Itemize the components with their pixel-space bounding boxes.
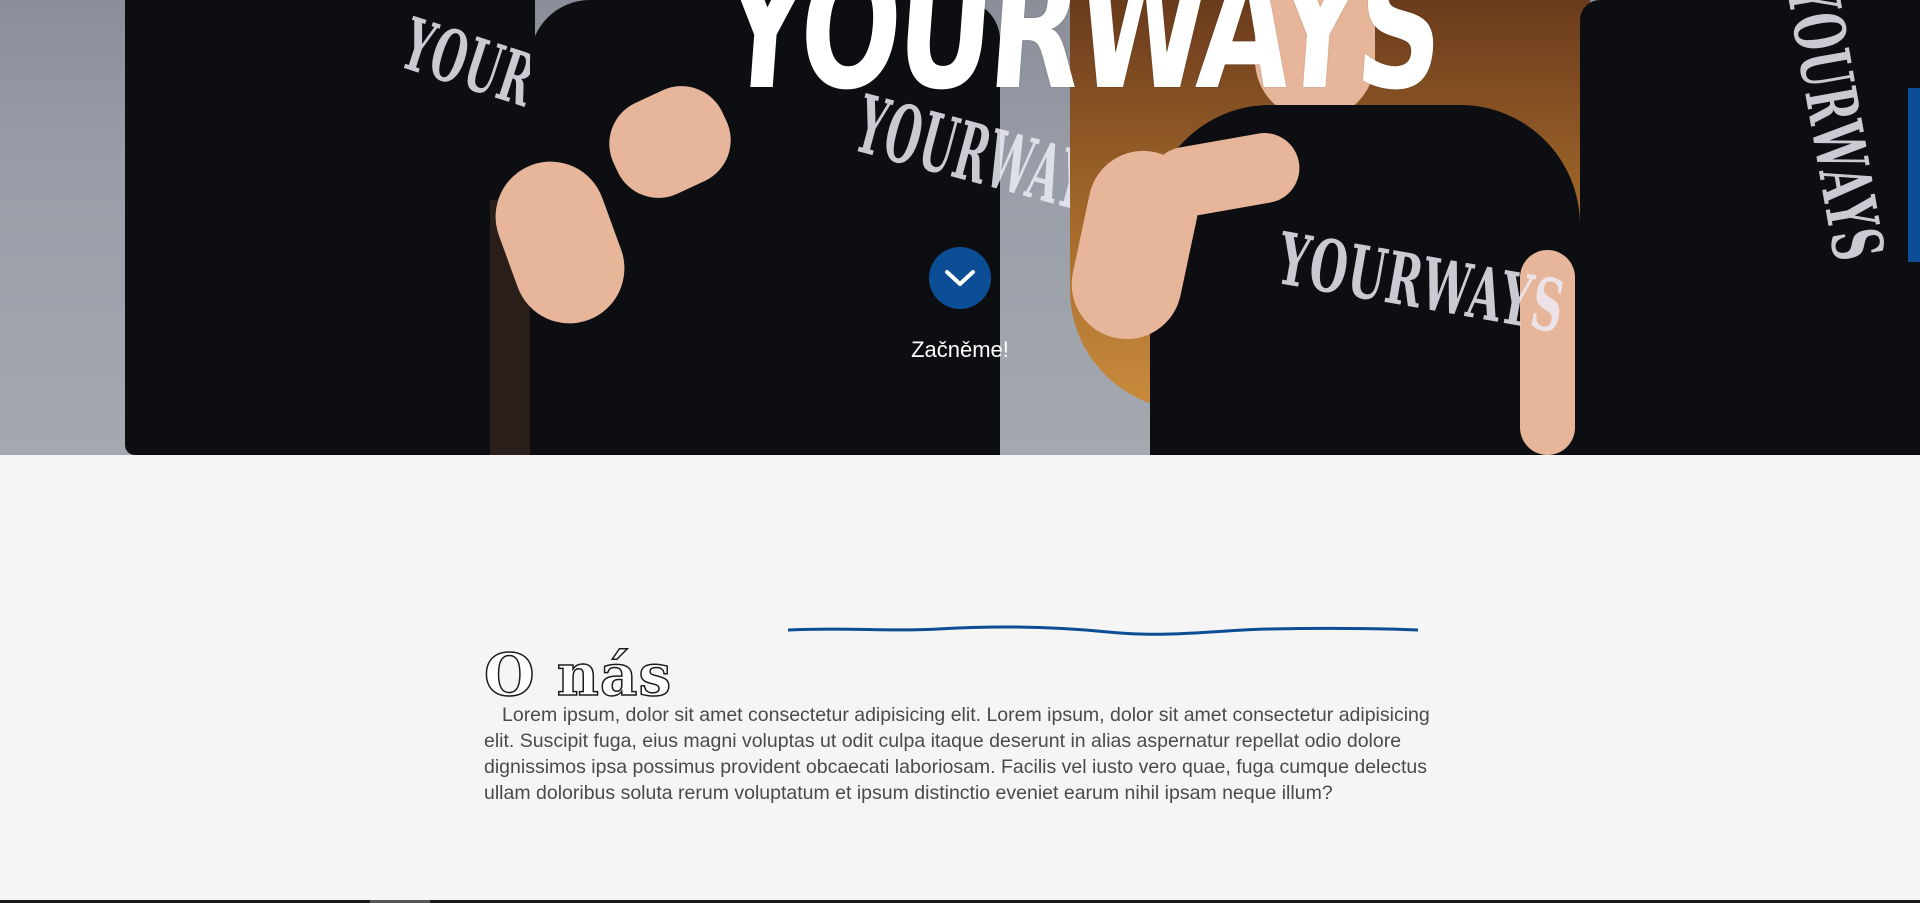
cta-label[interactable]: Začněme! <box>860 337 1060 363</box>
about-paragraph: Lorem ipsum, dolor sit amet consectetur … <box>484 704 1430 804</box>
chevron-down-icon <box>945 270 975 286</box>
scroll-down-button[interactable] <box>929 247 991 309</box>
about-section: O nás Lorem ipsum, dolor sit amet consec… <box>0 455 1920 903</box>
side-tab[interactable] <box>1908 88 1920 262</box>
about-title-underline <box>788 625 1418 636</box>
about-title: O nás <box>483 640 673 710</box>
hero-title: YOURWAYS <box>715 0 1447 128</box>
hero-section: YOURWAYS YOURWAYS YOURWAYS YOURWAYS YOUR… <box>0 0 1920 455</box>
